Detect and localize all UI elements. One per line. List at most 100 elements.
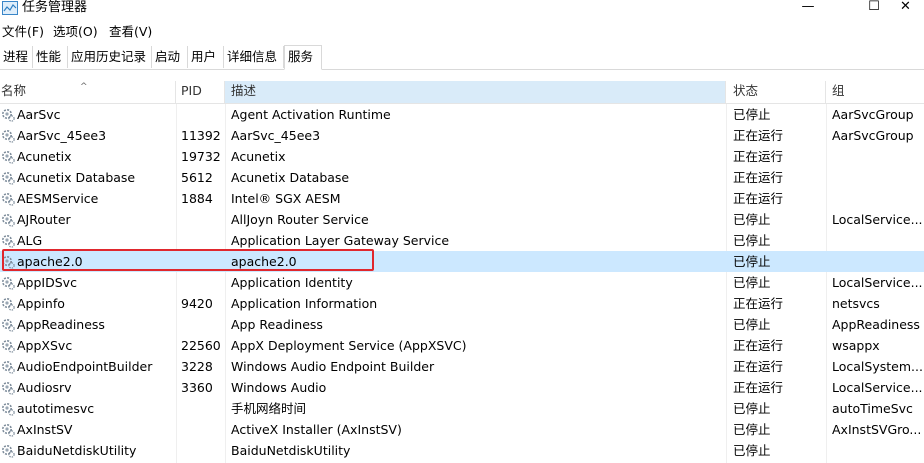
service-description: AarSvc_45ee3 [231,128,321,143]
service-description: AppX Deployment Service (AppXSVC) [231,338,467,353]
column-header-description[interactable]: 描述 [225,81,726,103]
menu-options[interactable]: 选项(O) [53,24,98,40]
service-status: 已停止 [733,422,771,437]
service-name: AESMService [17,191,99,206]
service-description: Intel® SGX AESM [231,191,341,206]
service-name: AudioEndpointBuilder [17,359,153,374]
service-status: 已停止 [733,317,771,332]
service-group: AarSvcGroup [832,107,914,122]
menu-view[interactable]: 查看(V) [109,24,152,40]
service-group [832,188,924,209]
column-header-name[interactable]: 名称 ^ [0,81,176,103]
service-row[interactable]: AarSvc_45ee3 11392 AarSvc_45ee3 正在运行 AarSvcG… [0,125,924,146]
service-gear-icon [2,361,15,374]
service-name: AppReadiness [17,317,105,332]
service-name: AppIDSvc [17,275,77,290]
service-pid [181,209,226,230]
service-gear-icon [2,403,15,416]
service-status: 已停止 [733,275,771,290]
service-group: LocalService... [832,212,923,227]
tab-services[interactable]: 服务 [284,45,322,70]
service-group [832,440,924,461]
maximize-button[interactable]: ☐ [851,0,897,18]
tab-details[interactable]: 详细信息 [224,46,284,68]
column-header-row: 名称 ^ PID 描述 状态 组 [0,81,924,104]
service-gear-icon [2,151,15,164]
service-group [832,230,924,251]
service-row[interactable]: BaiduNetdiskUtility BaiduNetdiskUtility 已停… [0,440,924,461]
service-description: BaiduNetdiskUtility [231,443,351,458]
service-group: LocalService... [832,380,923,395]
service-group: AppReadiness [832,317,920,332]
service-description: Application Identity [231,275,353,290]
close-button[interactable]: ✕ [900,0,924,18]
service-description: 手机网络时间 [231,401,307,416]
service-pid: 22560 [181,338,221,353]
service-group: autoTimeSvc [832,401,913,416]
sort-ascending-icon: ^ [80,82,88,92]
menu-file[interactable]: 文件(F) [2,24,44,40]
service-row[interactable]: AJRouter AllJoyn Router Service 已停止 LocalSe… [0,209,924,230]
tab-performance[interactable]: 性能 [33,46,68,68]
service-row[interactable]: AudioEndpointBuilder 3228 Windows Audio En… [0,356,924,377]
service-row[interactable]: AESMService 1884 Intel® SGX AESM 正在运行 [0,188,924,209]
service-status: 正在运行 [733,359,784,374]
service-row[interactable]: AppIDSvc Application Identity 已停止 LocalServ… [0,272,924,293]
service-pid [181,419,226,440]
column-header-pid[interactable]: PID [176,81,225,103]
service-pid: 1884 [181,191,213,206]
window-title: 任务管理器 [22,0,88,15]
service-row[interactable]: AarSvc Agent Activation Runtime 已停止 AarSvcG… [0,104,924,125]
service-description: Application Information [231,296,378,311]
service-description: Agent Activation Runtime [231,107,391,122]
service-row[interactable]: AppReadiness App Readiness 已停止 AppReadiness [0,314,924,335]
service-pid: 3228 [181,359,213,374]
service-name: AJRouter [17,212,71,227]
service-gear-icon [2,424,15,437]
service-status: 正在运行 [733,338,784,353]
service-gear-icon [2,382,15,395]
service-status: 已停止 [733,107,771,122]
service-status: 已停止 [733,233,771,248]
service-group: AarSvcGroup [832,128,914,143]
service-row[interactable]: Acunetix Database 5612 Acunetix Database 正在… [0,167,924,188]
service-name: Acunetix Database [17,170,136,185]
service-row[interactable]: AxInstSV ActiveX Installer (AxInstSV) 已停止 A… [0,419,924,440]
service-status: 已停止 [733,443,771,458]
service-row[interactable]: Audiosrv 3360 Windows Audio 正在运行 LocalServic… [0,377,924,398]
service-status: 正在运行 [733,170,784,185]
service-description: ActiveX Installer (AxInstSV) [231,422,402,437]
minimize-button[interactable]: — [785,0,831,18]
service-status: 正在运行 [733,128,784,143]
service-group: LocalSystem... [832,359,923,374]
service-description: Windows Audio [231,380,327,395]
service-status: 正在运行 [733,296,784,311]
service-status: 已停止 [733,212,771,227]
service-pid [181,398,226,419]
tab-startup[interactable]: 启动 [152,46,188,68]
service-gear-icon [2,445,15,458]
service-row[interactable]: AppXSvc 22560 AppX Deployment Service (App… [0,335,924,356]
service-name: BaiduNetdiskUtility [17,443,137,458]
service-status: 正在运行 [733,380,784,395]
service-row[interactable]: Appinfo 9420 Application Information 正在运行 ne… [0,293,924,314]
service-name: AarSvc_45ee3 [17,128,107,143]
service-row[interactable]: autotimesvc 手机网络时间 已停止 autoTimeSvc [0,398,924,419]
service-name: AxInstSV [17,422,73,437]
tab-app-history[interactable]: 应用历史记录 [68,46,152,68]
tab-users[interactable]: 用户 [188,46,224,68]
service-row[interactable]: ALG Application Layer Gateway Service 已停止 [0,230,924,251]
service-status: 已停止 [733,254,771,269]
service-gear-icon [2,340,15,353]
service-pid [181,272,226,293]
service-gear-icon [2,235,15,248]
service-group: netsvcs [832,296,880,311]
service-name: autotimesvc [17,401,95,416]
service-gear-icon [2,298,15,311]
column-header-group[interactable]: 组 [826,81,924,103]
column-header-status[interactable]: 状态 [726,81,826,103]
service-group [832,251,924,272]
service-row[interactable]: Acunetix 19732 Acunetix 正在运行 [0,146,924,167]
tab-processes[interactable]: 进程 [0,46,33,68]
service-gear-icon [2,319,15,332]
